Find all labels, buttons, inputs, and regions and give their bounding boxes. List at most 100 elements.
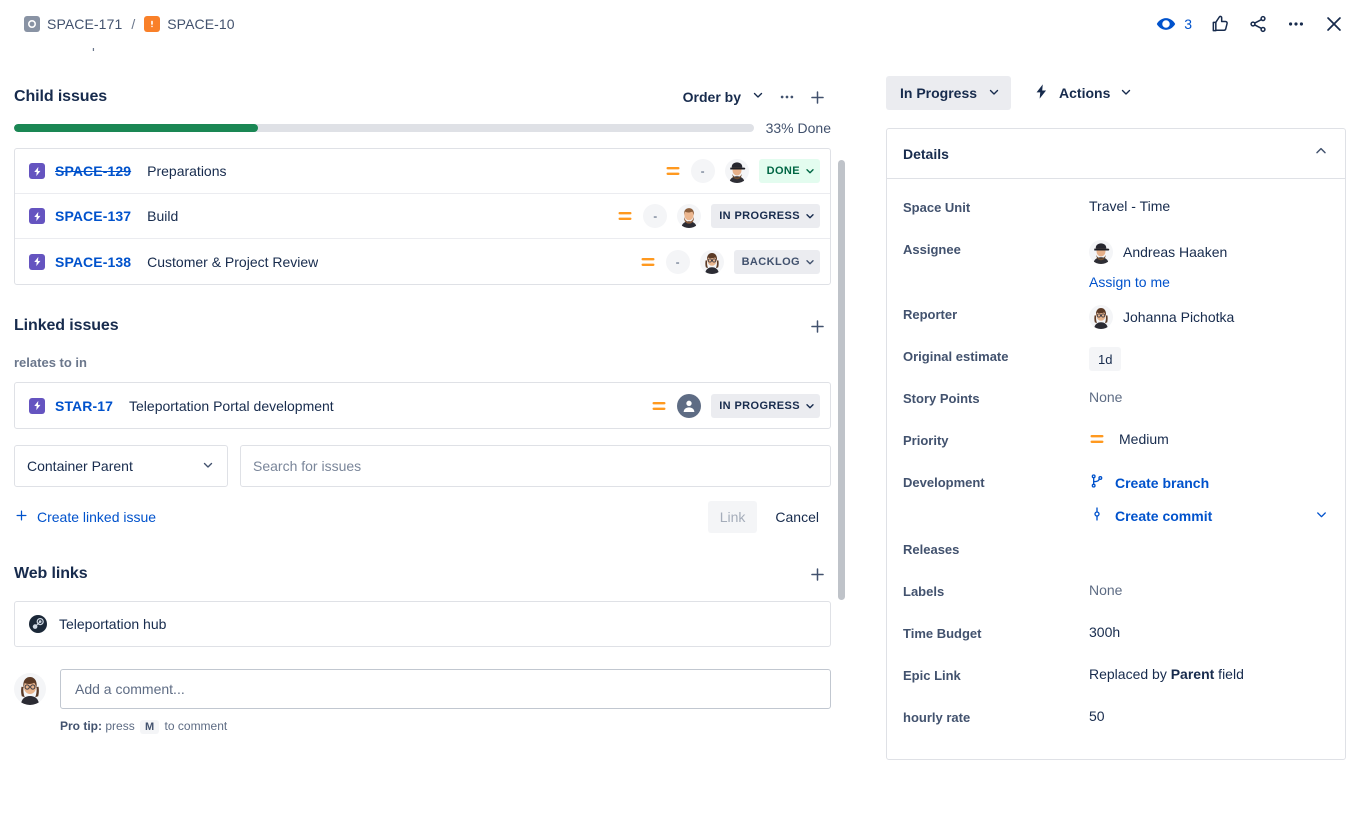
add-linked-issue-button[interactable] xyxy=(803,312,831,340)
comment-input-box[interactable] xyxy=(60,669,831,709)
link-button[interactable]: Link xyxy=(708,501,758,533)
issue-summary: Build xyxy=(147,208,178,224)
table-row[interactable]: SPACE-138Customer & Project Review-BACKL… xyxy=(15,239,830,284)
chevron-down-icon xyxy=(751,88,765,107)
field-value[interactable]: Travel - Time xyxy=(1089,195,1170,214)
linked-issues-header: Linked issues xyxy=(14,311,831,341)
close-icon[interactable] xyxy=(1318,8,1350,40)
order-by-button[interactable]: Order by xyxy=(677,82,771,112)
issue-key-link[interactable]: SPACE-129 xyxy=(55,163,131,179)
cancel-button[interactable]: Cancel xyxy=(763,501,831,533)
status-badge[interactable]: DONE xyxy=(759,159,820,183)
person-value[interactable]: Andreas Haaken xyxy=(1089,240,1329,264)
field-value[interactable]: 300h xyxy=(1089,621,1120,640)
create-commit-link[interactable]: Create commit xyxy=(1089,506,1212,525)
details-title: Details xyxy=(903,146,949,162)
linked-issues-header-actions xyxy=(803,312,831,340)
more-icon[interactable] xyxy=(1280,8,1312,40)
add-child-issue-button[interactable] xyxy=(803,83,831,111)
avatar xyxy=(677,204,701,228)
thumbs-up-icon[interactable] xyxy=(1204,8,1236,40)
link-type-select[interactable]: Container Parent xyxy=(14,445,228,487)
left-scrollbar-thumb[interactable] xyxy=(838,160,845,600)
comment-input[interactable] xyxy=(75,681,816,697)
description-placeholder[interactable]: Add a description... xyxy=(14,48,831,56)
status-badge[interactable]: IN PROGRESS xyxy=(711,204,820,228)
list-item[interactable]: Teleportation hub xyxy=(15,602,830,646)
field-value[interactable]: None xyxy=(1089,386,1122,405)
field-label: hourly rate xyxy=(903,705,1089,725)
issue-key-link[interactable]: SPACE-137 xyxy=(55,208,131,224)
chevron-down-icon xyxy=(201,458,215,475)
share-icon[interactable] xyxy=(1242,8,1274,40)
field-value-wrap: Create branch Create commit xyxy=(1089,470,1329,525)
row-actions: - BACKLOG xyxy=(640,250,820,274)
watch-group[interactable]: 3 xyxy=(1150,8,1198,40)
chevron-up-icon[interactable] xyxy=(1313,143,1329,164)
issue-search-field[interactable] xyxy=(240,445,831,487)
field-value[interactable]: None xyxy=(1089,579,1122,598)
child-issues-more-button[interactable] xyxy=(773,83,801,111)
table-row[interactable]: SPACE-129Preparations-DONE xyxy=(15,149,830,194)
search-input[interactable] xyxy=(253,458,818,474)
estimate-chip[interactable]: - xyxy=(691,159,715,183)
create-linked-issue-link[interactable]: Create linked issue xyxy=(14,508,156,526)
field-label: Reporter xyxy=(903,302,1089,322)
create-branch-link[interactable]: Create branch xyxy=(1089,473,1329,492)
avatar xyxy=(14,673,46,705)
details-panel: Details Space UnitTravel - TimeAssigneeA… xyxy=(886,128,1346,760)
breadcrumb-current-link[interactable]: SPACE-10 xyxy=(167,16,234,32)
detail-field-row: Time Budget300h xyxy=(903,615,1329,657)
bug-icon xyxy=(144,16,160,32)
left-column: Add a description... Child issues Order … xyxy=(0,48,862,814)
protip-suffix: to comment xyxy=(165,719,228,733)
field-value-wrap: Andreas Haaken Assign to me xyxy=(1089,237,1329,290)
status-text: BACKLOG xyxy=(742,256,800,268)
avatar xyxy=(700,250,724,274)
web-links-section: Web links Teleportation hub xyxy=(14,559,831,647)
avatar xyxy=(1089,240,1113,264)
web-link-title[interactable]: Teleportation hub xyxy=(59,616,166,632)
field-value-wrap: 300h xyxy=(1089,621,1329,640)
priority-medium-icon xyxy=(651,398,667,414)
details-panel-header[interactable]: Details xyxy=(887,129,1345,179)
issue-key-link[interactable]: STAR-17 xyxy=(55,398,113,414)
breadcrumb-parent-link[interactable]: SPACE-171 xyxy=(47,16,122,32)
link-form-actions: Create linked issue Link Cancel xyxy=(14,501,831,533)
chevron-down-icon[interactable] xyxy=(1314,507,1329,525)
left-scrollbar-track[interactable] xyxy=(846,48,854,814)
field-label: Development xyxy=(903,470,1089,490)
table-row[interactable]: STAR-17 Teleportation Portal development I… xyxy=(15,383,830,428)
field-label: Releases xyxy=(903,537,1089,557)
left-scroll-content: Add a description... Child issues Order … xyxy=(0,48,845,734)
detail-field-row: AssigneeAndreas HaakenAssign to me xyxy=(903,231,1329,296)
progress-track xyxy=(14,124,754,132)
linked-issues-list: STAR-17 Teleportation Portal development I… xyxy=(14,382,831,429)
actions-dropdown-button[interactable]: Actions xyxy=(1025,76,1141,110)
priority-medium-icon xyxy=(617,208,633,224)
field-value-wrap: Medium xyxy=(1089,428,1329,447)
issue-summary: Teleportation Portal development xyxy=(129,398,334,414)
detail-field-row: PriorityMedium xyxy=(903,422,1329,464)
issue-key-link[interactable]: SPACE-138 xyxy=(55,254,131,270)
protip-mid: press xyxy=(105,719,134,733)
status-badge[interactable]: BACKLOG xyxy=(734,250,820,274)
comment-right: Pro tip: press M to comment xyxy=(60,669,831,734)
person-value[interactable]: Johanna Pichotka xyxy=(1089,305,1329,329)
eye-icon[interactable] xyxy=(1150,8,1182,40)
priority-value[interactable]: Medium xyxy=(1089,431,1329,447)
add-web-link-button[interactable] xyxy=(803,560,831,588)
estimate-badge[interactable]: 1d xyxy=(1089,347,1121,371)
estimate-chip[interactable]: - xyxy=(666,250,690,274)
assign-to-me-link[interactable]: Assign to me xyxy=(1089,274,1329,290)
status-badge[interactable]: IN PROGRESS xyxy=(711,394,820,418)
field-label: Epic Link xyxy=(903,663,1089,683)
details-field-list: Space UnitTravel - TimeAssigneeAndreas H… xyxy=(887,179,1345,759)
web-links-header: Web links xyxy=(14,559,831,589)
field-value[interactable]: 50 xyxy=(1089,705,1105,724)
table-row[interactable]: SPACE-137 Build - IN PROGRESS xyxy=(15,194,830,239)
estimate-chip[interactable]: - xyxy=(643,204,667,228)
content-area: Add a description... Child issues Order … xyxy=(0,48,1370,814)
field-value-wrap: Travel - Time xyxy=(1089,195,1329,214)
status-dropdown-button[interactable]: In Progress xyxy=(886,76,1011,110)
